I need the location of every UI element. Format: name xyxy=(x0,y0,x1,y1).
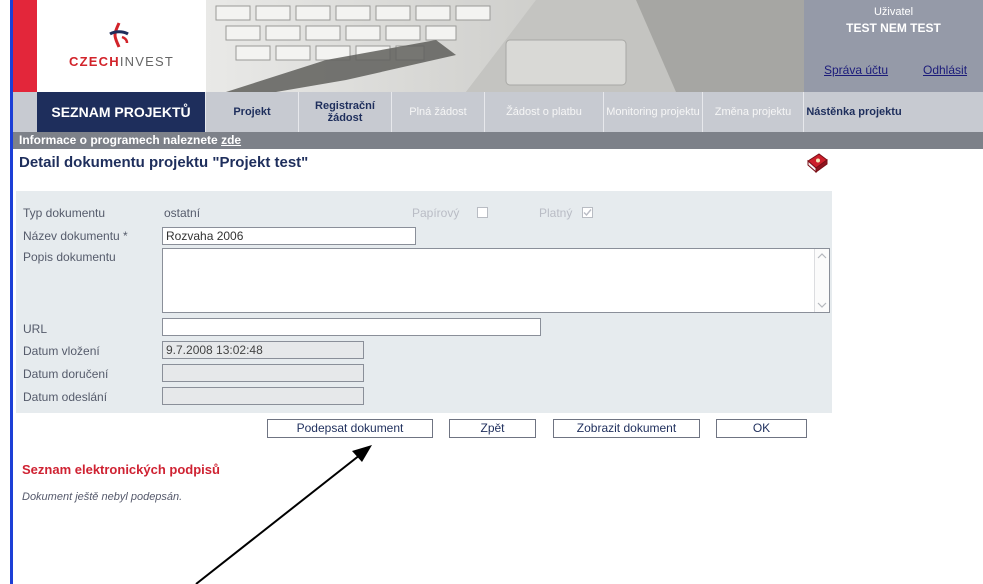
user-caption: Uživatel xyxy=(873,6,914,18)
user-panel: Uživatel TEST NEM TEST Správa účtu Odhlá… xyxy=(804,0,983,92)
nav-tab-project-list[interactable]: SEZNAM PROJEKTŮ xyxy=(37,92,206,132)
laptop-keyboard-image xyxy=(206,0,804,92)
nav-tab-project[interactable]: Projekt xyxy=(206,92,299,132)
scroll-down-icon[interactable] xyxy=(817,301,827,309)
inserted-date-field: 9.7.2008 13:02:48 xyxy=(162,341,364,359)
logo-text: CZECHINVEST xyxy=(69,54,174,69)
ok-button[interactable]: OK xyxy=(716,419,807,438)
czechinvest-logo-mark-icon xyxy=(109,22,129,48)
nav-tab-monitoring: Monitoring projektu xyxy=(604,92,703,132)
type-label: Typ dokumentu xyxy=(23,206,106,220)
inserted-date-label: Datum vložení xyxy=(23,344,100,358)
valid-checkbox[interactable] xyxy=(582,207,593,218)
nav-tab-project-board[interactable]: Nástěnka projektu xyxy=(804,92,904,132)
delivered-date-field xyxy=(162,364,364,382)
logout-link[interactable]: Odhlásit xyxy=(923,63,967,77)
paper-label: Papírový xyxy=(412,206,460,220)
annotation-arrow-line xyxy=(195,450,366,584)
header: CZECHINVEST Uživatel TEST NEM TEST Správ… xyxy=(13,0,983,92)
name-label: Název dokumentu * xyxy=(23,229,128,243)
program-info-bar: Informace o programech naleznete zde xyxy=(13,132,983,149)
main-nav: SEZNAM PROJEKTŮ Projekt Registrační žádo… xyxy=(13,92,983,132)
url-label: URL xyxy=(23,322,48,336)
description-label: Popis dokumentu xyxy=(23,250,116,264)
nav-tab-payment-request: Žádost o platbu xyxy=(485,92,604,132)
header-laptop-photo xyxy=(206,0,804,92)
nav-tab-registration-request[interactable]: Registrační žádost xyxy=(299,92,392,132)
signatures-empty-text: Dokument ještě nebyl podepsán. xyxy=(22,491,183,503)
paper-checkbox[interactable] xyxy=(477,207,488,218)
nav-tab-project-change: Změna projektu xyxy=(703,92,804,132)
sent-date-label: Datum odeslání xyxy=(23,390,108,404)
document-detail-form: Typ dokumentu ostatní Papírový Platný Ná… xyxy=(16,191,832,413)
scroll-up-icon[interactable] xyxy=(817,252,827,260)
user-name: TEST NEM TEST xyxy=(846,21,941,35)
czechinvest-logo[interactable]: CZECHINVEST xyxy=(37,0,206,92)
annotation-arrow-head xyxy=(352,445,372,462)
url-input[interactable] xyxy=(162,318,541,336)
program-info-text: Informace o programech naleznete xyxy=(19,133,222,147)
show-document-button[interactable]: Zobrazit dokument xyxy=(553,419,700,438)
brand-red-stripe xyxy=(13,0,37,92)
type-value: ostatní xyxy=(164,206,201,220)
sent-date-field xyxy=(162,387,364,405)
program-info-link[interactable]: zde xyxy=(221,133,241,147)
document-name-input[interactable] xyxy=(162,227,416,245)
signatures-title: Seznam elektronických podpisů xyxy=(22,462,220,477)
page-title: Detail dokumentu projektu "Projekt test" xyxy=(19,154,309,171)
delivered-date-label: Datum doručení xyxy=(23,367,109,381)
nav-tab-full-request: Plná žádost xyxy=(392,92,485,132)
back-button[interactable]: Zpět xyxy=(449,419,536,438)
sign-document-button[interactable]: Podepsat dokument xyxy=(267,419,433,438)
description-scrollbar[interactable] xyxy=(814,249,829,312)
document-description-textarea[interactable] xyxy=(162,248,830,313)
help-book-icon[interactable] xyxy=(805,152,829,174)
account-settings-link[interactable]: Správa účtu xyxy=(824,63,888,77)
valid-label: Platný xyxy=(539,206,573,220)
checkmark-icon xyxy=(583,209,592,217)
